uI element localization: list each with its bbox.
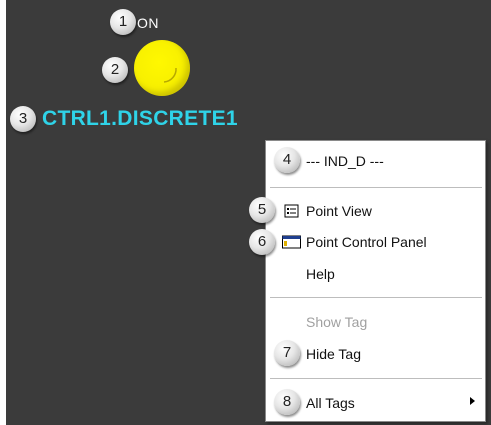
control-panel-icon <box>282 235 301 249</box>
state-text: ON <box>137 15 159 31</box>
callout-6: 6 <box>249 229 275 255</box>
callout-1: 1 <box>110 9 136 35</box>
callout-8: 8 <box>274 389 300 415</box>
menu-item-point-control-panel[interactable]: Point Control Panel <box>306 234 427 250</box>
discrete-indicator[interactable] <box>134 40 190 96</box>
context-menu <box>265 140 486 422</box>
menu-item-help[interactable]: Help <box>306 266 335 282</box>
menu-separator <box>270 297 482 298</box>
callout-5: 5 <box>249 197 275 223</box>
menu-item-all-tags[interactable]: All Tags <box>306 395 355 411</box>
menu-header: --- IND_D --- <box>306 153 384 169</box>
point-view-icon <box>284 204 299 218</box>
callout-4: 4 <box>274 147 300 173</box>
menu-item-point-view[interactable]: Point View <box>306 203 372 219</box>
submenu-arrow-icon <box>470 397 475 405</box>
menu-item-show-tag: Show Tag <box>306 314 368 330</box>
callout-2: 2 <box>102 57 128 83</box>
callout-3: 3 <box>10 106 36 132</box>
menu-separator <box>270 187 482 188</box>
menu-item-hide-tag[interactable]: Hide Tag <box>306 346 361 362</box>
callout-7: 7 <box>274 340 300 366</box>
tag-name-label[interactable]: CTRL1.DISCRETE1 <box>42 107 238 131</box>
menu-separator <box>270 378 482 379</box>
